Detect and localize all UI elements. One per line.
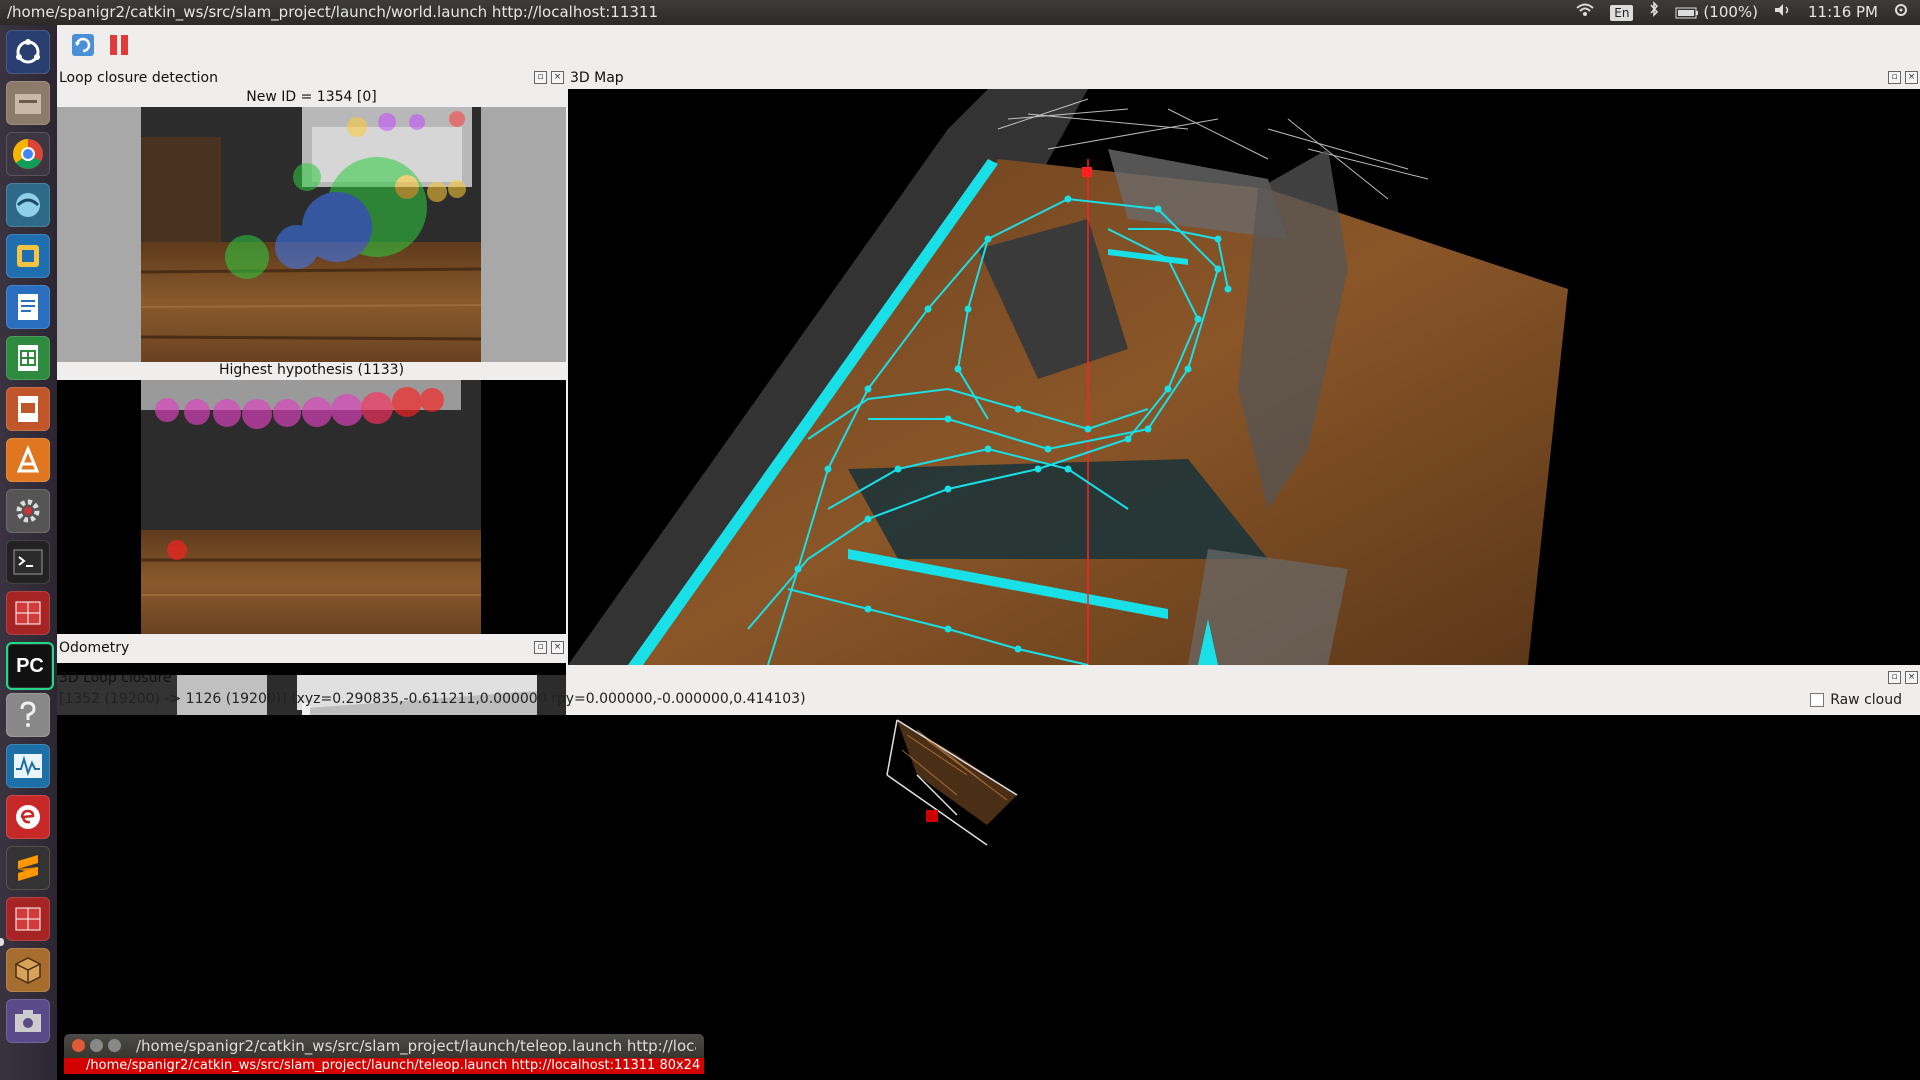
system-top-bar: /home/spanigr2/catkin_ws/src/slam_projec… [0,0,1920,25]
help-icon[interactable] [6,693,50,737]
terminal-titlebar[interactable]: /home/spanigr2/catkin_ws/src/slam_projec… [64,1034,704,1058]
loop-closure-panel: Loop closure detection ▫ × New ID = 1354… [57,65,566,663]
new-id-caption: New ID = 1354 [0] [246,89,377,105]
refresh-icon [72,34,94,56]
launcher-running-indicator [0,938,4,946]
map3d-dock-controls: ▫ × [1888,71,1918,84]
map3d-panel: 3D Map ▫ × [568,65,1920,665]
settings-gear-icon[interactable] [1894,0,1908,25]
new-image-view[interactable] [57,107,566,362]
float-icon[interactable]: ▫ [1888,71,1901,84]
pause-icon [110,35,128,55]
loop3d-info-text: [1352 (19200) -> 1126 (19200)] (xyz=0.29… [59,691,806,707]
minimize-window-icon[interactable] [90,1039,103,1052]
pause-button[interactable] [105,31,133,59]
rtabmap-window: Loop closure detection ▫ × New ID = 1354… [57,25,1920,1080]
wifi-icon[interactable] [1576,0,1594,25]
loop-closure-dock-controls: ▫ × [534,71,564,84]
virtualbox-icon[interactable] [6,234,50,278]
battery-indicator[interactable]: (100%) [1675,0,1758,25]
map3d-title-text: 3D Map [570,70,624,86]
software-center-icon[interactable] [6,438,50,482]
unity-launcher: PC [0,25,58,1080]
loop3d-panel: 3D Loop closure ▫ × [1352 (19200) -> 112… [57,665,1920,1080]
close-icon[interactable]: × [551,71,564,84]
chrome-icon[interactable] [6,132,50,176]
window-title: /home/spanigr2/catkin_ws/src/slam_projec… [7,3,658,21]
ubuntu-home-icon[interactable] [6,30,50,74]
hypothesis-caption: Highest hypothesis (1133) [218,362,405,378]
terminal-window-buttons [72,1039,121,1052]
close-window-icon[interactable] [72,1039,85,1052]
clock[interactable]: 11:16 PM [1808,0,1878,25]
raw-cloud-option[interactable]: Raw cloud [1810,692,1902,708]
float-icon[interactable]: ▫ [534,641,547,654]
calc-icon[interactable] [6,336,50,380]
loop-closure-title: Loop closure detection ▫ × [57,67,568,89]
terminal-title: /home/spanigr2/catkin_ws/src/slam_projec… [136,1037,696,1055]
raw-cloud-checkbox[interactable] [1810,693,1825,707]
close-icon[interactable]: × [1905,671,1918,684]
float-icon[interactable]: ▫ [534,71,547,84]
writer-icon[interactable] [6,285,50,329]
map3d-viewport[interactable] [568,89,1920,665]
odometry-title-text: Odometry [59,640,130,656]
battery-icon [1675,7,1699,18]
keyboard-language-indicator[interactable]: En [1610,4,1634,21]
terminal-icon[interactable] [6,540,50,584]
editor-icon[interactable] [6,795,50,839]
impress-icon[interactable] [6,387,50,431]
system-monitor-icon[interactable] [6,744,50,788]
bluetooth-icon[interactable] [1649,0,1659,25]
loop-closure-title-text: Loop closure detection [59,70,218,86]
volume-icon[interactable] [1774,0,1792,25]
screenshot-icon[interactable] [6,999,50,1043]
system-tray: En (100%) 11:16 PM [1576,0,1908,25]
refresh-button[interactable] [69,31,97,59]
odometry-dock-controls: ▫ × [534,641,564,654]
files-icon[interactable] [6,81,50,125]
browser-icon[interactable] [6,183,50,227]
loop3d-dock-controls: ▫ × [1888,671,1918,684]
pycharm-icon[interactable]: PC [6,642,54,690]
settings-icon[interactable] [6,489,50,533]
float-icon[interactable]: ▫ [1888,671,1901,684]
raw-cloud-label: Raw cloud [1830,692,1902,708]
close-icon[interactable]: × [551,641,564,654]
package-icon[interactable] [6,948,50,992]
hypothesis-image-view[interactable] [57,380,566,634]
battery-percent: (100%) [1703,3,1759,21]
loop3d-title-text: 3D Loop closure [59,670,172,686]
loop3d-viewport[interactable] [57,715,1920,1080]
app-red-icon[interactable] [6,591,50,635]
odometry-title: Odometry ▫ × [57,637,568,659]
map3d-title: 3D Map ▫ × [568,67,1920,89]
close-icon[interactable]: × [1905,71,1918,84]
maximize-window-icon[interactable] [108,1039,121,1052]
terminal-tab-status: /home/spanigr2/catkin_ws/src/slam_projec… [64,1058,704,1074]
pycharm-label: PC [16,654,44,677]
sublime-icon[interactable] [6,846,50,890]
app-red-2-icon[interactable] [6,897,50,941]
main-toolbar [57,25,1920,65]
loop3d-title: 3D Loop closure ▫ × [57,667,1920,689]
